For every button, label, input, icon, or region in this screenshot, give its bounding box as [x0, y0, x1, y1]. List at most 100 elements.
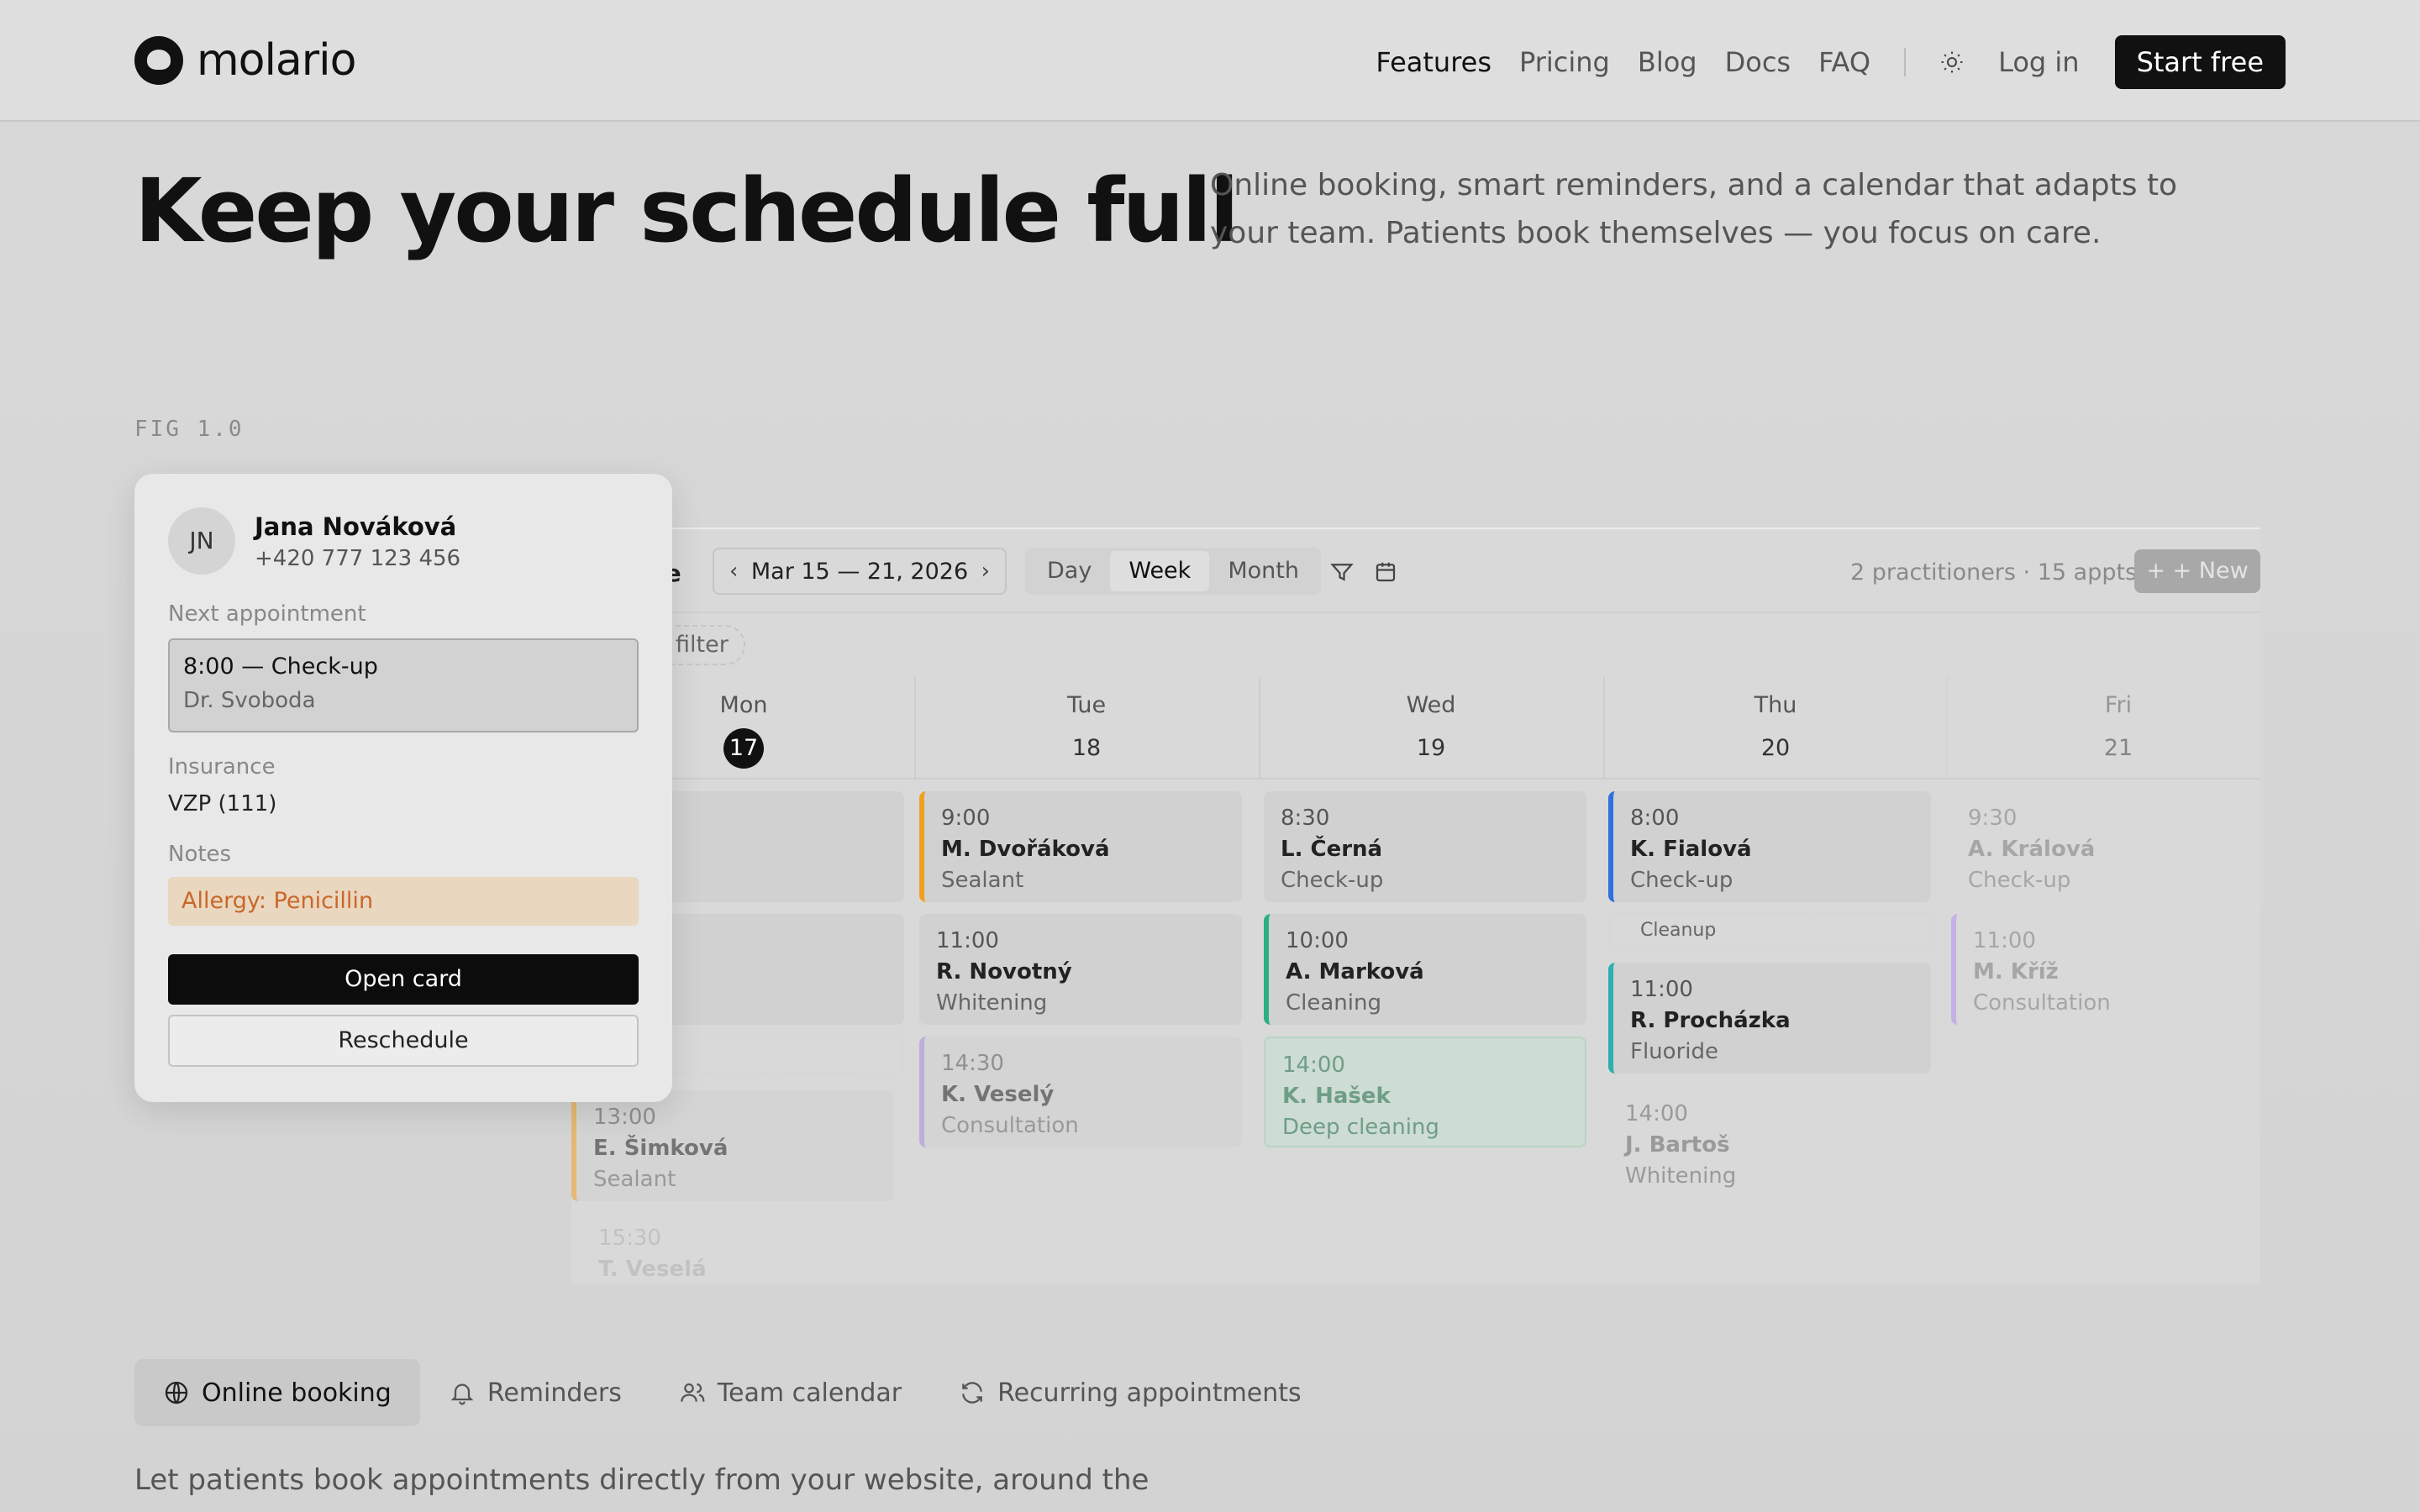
- appointment-card[interactable]: 11:00 M. Kříž Consultation: [1951, 914, 2274, 1025]
- appointment-card[interactable]: 10:00 A. Marková Cleaning: [1264, 914, 1586, 1025]
- tab-reminders[interactable]: Reminders: [420, 1359, 650, 1426]
- reschedule-button[interactable]: Reschedule: [168, 1015, 639, 1067]
- calendar-toolbar: le ‹ Mar 15 — 21, 2026 › Day Week Month …: [571, 529, 2260, 613]
- appointment-patient: M. Dvořáková: [941, 837, 1110, 862]
- appointment-card[interactable]: 9:00 M. Dvořáková Sealant: [919, 791, 1242, 902]
- allergy-note: Allergy: Penicillin: [168, 877, 639, 926]
- nav-link-docs[interactable]: Docs: [1725, 46, 1791, 78]
- next-appointment-label: Next appointment: [168, 601, 366, 627]
- appointment-patient: A. Králová: [1968, 837, 2096, 862]
- filter-icon[interactable]: [1329, 559, 1355, 585]
- refresh-icon: [962, 1382, 982, 1404]
- bell-icon: [450, 1383, 474, 1405]
- hero-title: Keep your schedule full: [134, 160, 1239, 262]
- appointment-patient: R. Novotný: [936, 959, 1072, 984]
- appointment-patient: K. Veselý: [941, 1082, 1055, 1107]
- patient-phone[interactable]: +420 777 123 456: [255, 546, 460, 571]
- appointment-type: Consultation: [941, 1113, 1079, 1138]
- nav-link-blog[interactable]: Blog: [1638, 46, 1697, 78]
- appointment-card-selected[interactable]: 14:00 K. Hašek Deep cleaning: [1264, 1037, 1586, 1147]
- nav-divider: [1904, 48, 1907, 76]
- start-free-button[interactable]: Start free: [2114, 35, 2286, 89]
- calendar-icon[interactable]: [1373, 559, 1398, 585]
- day-number: 21: [2103, 735, 2133, 761]
- appointment-patient: T. Veselá: [598, 1257, 707, 1282]
- appointment-type: Cleaning: [1286, 990, 1381, 1016]
- appointment-time: 14:00: [1282, 1053, 1345, 1078]
- appointment-time: 8:00: [1630, 806, 1680, 831]
- appointment-time: 14:00: [1625, 1101, 1688, 1126]
- appointment-card[interactable]: 11:00 R. Procházka Fluoride: [1608, 963, 1931, 1074]
- avatar: JN: [168, 507, 235, 575]
- sun-icon[interactable]: [1939, 50, 1965, 75]
- feature-description: Let patients book appointments directly …: [134, 1463, 1150, 1497]
- appointment-time: 11:00: [936, 928, 999, 953]
- header-divider: [571, 778, 2260, 780]
- tab-label: Recurring appointments: [997, 1378, 1302, 1408]
- login-link[interactable]: Log in: [1998, 46, 2080, 78]
- nav-link-pricing[interactable]: Pricing: [1519, 46, 1610, 78]
- appointment-type: Deep cleaning: [1282, 1115, 1439, 1140]
- appointment-card[interactable]: 14:00 J. Bartoš Whitening: [1608, 1087, 1931, 1198]
- tab-label: Team calendar: [717, 1378, 902, 1408]
- logo[interactable]: molario: [134, 35, 356, 86]
- appointment-type: Whitening: [936, 990, 1048, 1016]
- appointment-card[interactable]: 13:00 E. Šimková Sealant: [571, 1090, 894, 1201]
- view-month-button[interactable]: Month: [1209, 551, 1318, 591]
- chevron-left-icon[interactable]: ‹: [729, 559, 738, 584]
- appointment-card[interactable]: 9:30 A. Králová Check-up: [1951, 791, 2274, 902]
- appointment-card[interactable]: 8:00 K. Fialová Check-up: [1608, 791, 1931, 902]
- nav-links: Features Pricing Blog Docs FAQ Log in St…: [1348, 35, 2286, 89]
- appointment-time: 11:00: [1630, 977, 1693, 1002]
- appointment-time: 10:00: [1286, 928, 1349, 953]
- day-number: 20: [1760, 735, 1791, 761]
- appointment-type: Fluoride: [1630, 1039, 1718, 1064]
- next-appointment-box[interactable]: 8:00 — Check-up Dr. Svoboda: [168, 638, 639, 732]
- open-card-button[interactable]: Open card: [168, 954, 639, 1005]
- appointment-time: 8:30: [1281, 806, 1330, 831]
- nav-link-faq[interactable]: FAQ: [1818, 46, 1870, 78]
- appointment-type: Check-up: [1281, 868, 1384, 893]
- view-switcher: Day Week Month: [1025, 548, 1321, 595]
- appointment-type: Sealant: [593, 1167, 676, 1192]
- chevron-right-icon[interactable]: ›: [981, 559, 990, 584]
- view-day-button[interactable]: Day: [1028, 551, 1110, 591]
- logo-text: molario: [197, 35, 356, 86]
- tab-team-calendar[interactable]: Team calendar: [650, 1359, 930, 1426]
- calendar-meta: 2 practitioners · 15 appts: [1850, 559, 2138, 585]
- nav-link-features[interactable]: Features: [1376, 46, 1491, 78]
- insurance-value: VZP (111): [168, 791, 277, 816]
- appointment-time: 9:00: [941, 806, 991, 831]
- insurance-label: Insurance: [168, 754, 276, 780]
- figure-label: FIG 1.0: [134, 417, 245, 442]
- appointment-card[interactable]: 11:00 R. Novotný Whitening: [919, 914, 1242, 1025]
- appointment-patient: R. Procházka: [1630, 1008, 1791, 1033]
- tab-recurring-appointments[interactable]: Recurring appointments: [930, 1359, 1330, 1426]
- next-appointment-doctor: Dr. Svoboda: [183, 688, 316, 713]
- appointment-type: Sealant: [941, 868, 1024, 893]
- day-header-tue: Tue 18: [914, 677, 1257, 778]
- logo-icon: [134, 36, 183, 85]
- day-header-thu: Thu 20: [1603, 677, 1946, 778]
- appointment-card[interactable]: 8:30 L. Černá Check-up: [1264, 791, 1586, 902]
- appointment-card[interactable]: 14:30 K. Veselý Consultation: [919, 1037, 1242, 1147]
- appointment-time: 13:00: [593, 1105, 656, 1130]
- appointment-type: Check-up: [1968, 868, 2071, 893]
- globe-icon: [165, 1381, 188, 1404]
- new-appointment-button[interactable]: + + New: [2134, 549, 2260, 593]
- next-appointment-time: 8:00 — Check-up: [183, 654, 378, 680]
- patient-card-popover: JN Jana Nováková +420 777 123 456 Next a…: [134, 474, 672, 1102]
- day-number-today: 17: [723, 728, 764, 769]
- day-number: 19: [1416, 735, 1446, 761]
- calendar-preview: le ‹ Mar 15 — 21, 2026 › Day Week Month …: [571, 528, 2260, 1284]
- appointment-time: 9:30: [1968, 806, 2018, 831]
- tab-online-booking[interactable]: Online booking: [134, 1359, 420, 1426]
- patient-name: Jana Nováková: [255, 512, 457, 541]
- appointment-type: Whitening: [1625, 1163, 1737, 1189]
- appointment-time: 11:00: [1973, 928, 2036, 953]
- tab-label: Online booking: [202, 1378, 392, 1408]
- appointment-card[interactable]: 15:30 T. Veselá: [581, 1211, 904, 1282]
- top-navbar: molario Features Pricing Blog Docs FAQ L…: [0, 0, 2420, 122]
- cleanup-slot: Cleanup: [1608, 912, 1931, 949]
- view-week-button[interactable]: Week: [1110, 551, 1210, 591]
